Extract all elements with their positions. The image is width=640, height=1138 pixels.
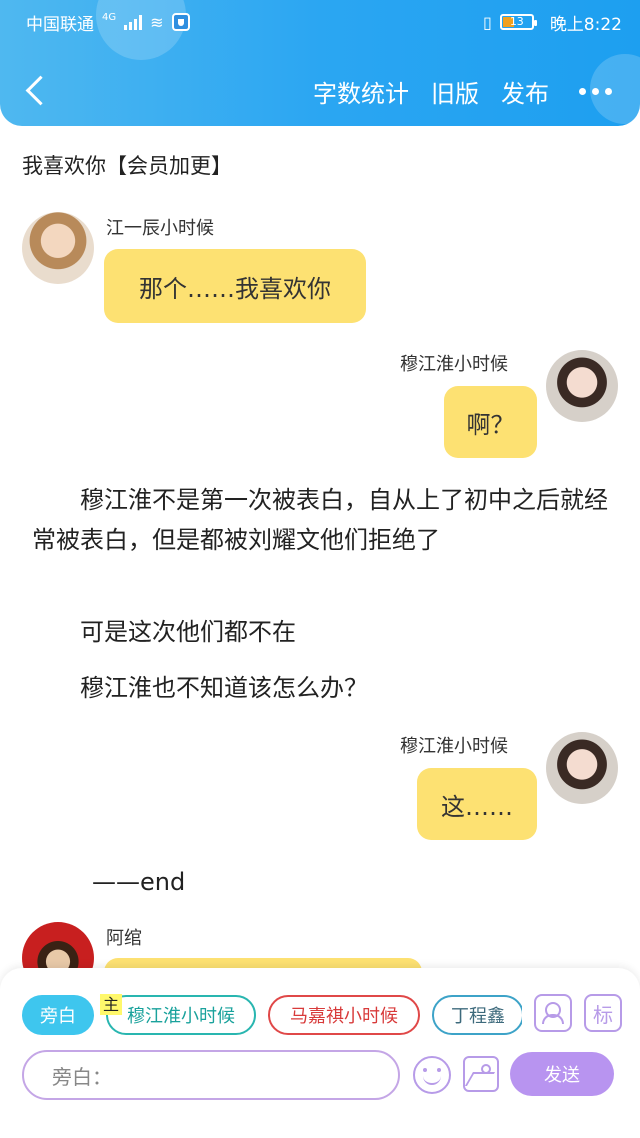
narration-paragraph: 穆江淮也不知道该怎么办？: [32, 674, 368, 702]
chip-role-3[interactable]: 丁程鑫: [432, 995, 522, 1035]
carrier-label: 中国联通: [26, 14, 94, 35]
image-icon[interactable]: [463, 1056, 499, 1092]
chip-role-1[interactable]: 主 穆江淮小时候: [100, 994, 256, 1035]
avatar[interactable]: [546, 350, 618, 422]
speaker-name: 穆江淮小时候: [400, 354, 508, 375]
back-arrow-icon[interactable]: [22, 74, 52, 108]
narration-paragraph: 穆江淮不是第一次被表白，自从上了初中之后就经常被表白，但是都被刘耀文他们拒绝了: [32, 486, 608, 554]
compose-panel: 旁白 主 穆江淮小时候 马嘉祺小时候 丁程鑫 标 旁白： 发送: [0, 968, 640, 1138]
wifi-icon: ≋: [150, 12, 164, 32]
nav-bar: 字数统计 旧版 发布: [0, 60, 640, 126]
story-title: 我喜欢你【会员加更】: [22, 154, 232, 178]
narration-paragraph: 可是这次他们都不在: [32, 618, 296, 646]
character-manage-icon[interactable]: [534, 994, 572, 1032]
top-header: 中国联通 4G ≋ ▯ 13 晚上8:22 字数统计 旧版 发布: [0, 0, 640, 126]
network-label: 4G: [102, 11, 117, 23]
tag-button[interactable]: 标: [584, 994, 622, 1032]
message-input[interactable]: 旁白：: [22, 1050, 400, 1100]
avatar[interactable]: [22, 212, 94, 284]
battery-icon: 13: [499, 14, 537, 30]
main-role-tag: 主: [100, 994, 123, 1015]
role-chip-list: 旁白 主 穆江淮小时候 马嘉祺小时候 丁程鑫: [22, 994, 522, 1036]
message-bubble[interactable]: 那个……我喜欢你: [104, 249, 366, 323]
message-bubble[interactable]: 这……: [417, 768, 537, 840]
signal-icon: [124, 14, 143, 30]
message-bubble[interactable]: 啊？: [444, 386, 537, 458]
emoji-icon[interactable]: [413, 1056, 451, 1094]
chip-narrator[interactable]: 旁白: [22, 995, 94, 1035]
publish-button[interactable]: 发布: [501, 74, 549, 109]
speaker-name: 穆江淮小时候: [400, 736, 508, 757]
clock: 晚上8:22: [549, 14, 622, 35]
more-options-icon[interactable]: [579, 88, 612, 95]
avatar[interactable]: [546, 732, 618, 804]
speaker-name: 江一辰小时候: [106, 218, 214, 239]
chip-role-2[interactable]: 马嘉祺小时候: [268, 995, 420, 1035]
end-marker: ——end: [92, 868, 186, 896]
shield-icon: [171, 13, 190, 31]
word-count-button[interactable]: 字数统计: [313, 74, 409, 109]
status-bar: 中国联通 4G ≋ ▯ 13 晚上8:22: [0, 0, 640, 44]
vibrate-icon: ▯: [483, 12, 492, 32]
send-button[interactable]: 发送: [510, 1052, 614, 1096]
chip-label: 穆江淮小时候: [127, 1006, 235, 1027]
old-version-button[interactable]: 旧版: [431, 74, 479, 109]
speaker-name: 阿绾: [106, 928, 142, 949]
